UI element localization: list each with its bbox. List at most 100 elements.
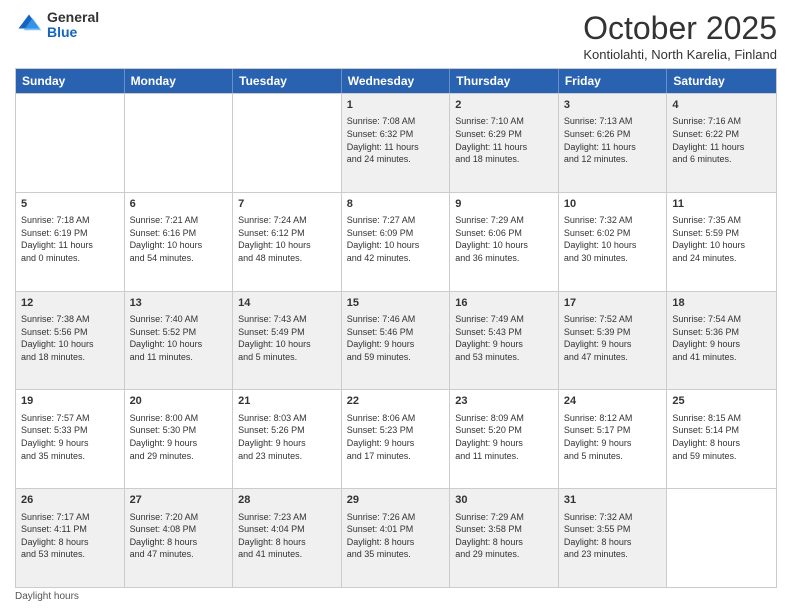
cal-cell: 8Sunrise: 7:27 AMSunset: 6:09 PMDaylight…: [342, 193, 451, 291]
cell-content: Sunrise: 7:24 AMSunset: 6:12 PMDaylight:…: [238, 214, 336, 264]
day-number: 30: [455, 493, 553, 508]
cal-cell: [233, 94, 342, 192]
cal-cell: 30Sunrise: 7:29 AMSunset: 3:58 PMDayligh…: [450, 489, 559, 587]
page-header: General Blue October 2025 Kontiolahti, N…: [15, 10, 777, 62]
day-number: 12: [21, 296, 119, 311]
cell-content: Sunrise: 7:26 AMSunset: 4:01 PMDaylight:…: [347, 511, 445, 561]
day-number: 27: [130, 493, 228, 508]
cal-cell: 22 Sunrise: 8:06 AMSunset: 5:23 PMDayligh…: [342, 390, 451, 488]
day-number: 13: [130, 296, 228, 311]
logo-text: General Blue: [47, 10, 99, 41]
cell-content: Sunrise: 7:27 AMSunset: 6:09 PMDaylight:…: [347, 214, 445, 264]
calendar: SundayMondayTuesdayWednesdayThursdayFrid…: [15, 68, 777, 588]
cal-cell: 24 Sunrise: 8:12 AMSunset: 5:17 PMDayligh…: [559, 390, 668, 488]
cal-week-row: 12 Sunrise: 7:38 AMSunset: 5:56 PMDayligh…: [16, 291, 776, 390]
cal-week-row: 1Sunrise: 7:08 AMSunset: 6:32 PMDaylight…: [16, 93, 776, 192]
cell-content: Sunrise: 7:16 AMSunset: 6:22 PMDaylight:…: [672, 115, 771, 165]
cal-cell: 9 Sunrise: 7:29 AMSunset: 6:06 PMDaylight…: [450, 193, 559, 291]
cell-content: Sunrise: 7:49 AMSunset: 5:43 PMDaylight:…: [455, 313, 553, 363]
cal-cell: 19Sunrise: 7:57 AMSunset: 5:33 PMDayligh…: [16, 390, 125, 488]
cal-week-row: 26Sunrise: 7:17 AMSunset: 4:11 PMDayligh…: [16, 488, 776, 587]
day-number: 29: [347, 493, 445, 508]
day-number: 11: [672, 197, 771, 212]
cell-content: Sunrise: 8:12 AMSunset: 5:17 PMDaylight:…: [564, 412, 662, 462]
cal-cell: 25Sunrise: 8:15 AMSunset: 5:14 PMDayligh…: [667, 390, 776, 488]
cell-content: Sunrise: 7:52 AMSunset: 5:39 PMDaylight:…: [564, 313, 662, 363]
cal-cell: 17 Sunrise: 7:52 AMSunset: 5:39 PMDayligh…: [559, 292, 668, 390]
cell-content: Sunrise: 7:13 AMSunset: 6:26 PMDaylight:…: [564, 115, 662, 165]
cal-cell: 28Sunrise: 7:23 AMSunset: 4:04 PMDayligh…: [233, 489, 342, 587]
location-subtitle: Kontiolahti, North Karelia, Finland: [583, 47, 777, 62]
title-block: October 2025 Kontiolahti, North Karelia,…: [583, 10, 777, 62]
calendar-header: SundayMondayTuesdayWednesdayThursdayFrid…: [16, 69, 776, 93]
day-number: 31: [564, 493, 662, 508]
logo-general: General: [47, 10, 99, 25]
cal-header-day: Sunday: [16, 69, 125, 93]
cell-content: Sunrise: 7:40 AMSunset: 5:52 PMDaylight:…: [130, 313, 228, 363]
day-number: 26: [21, 493, 119, 508]
day-number: 18: [672, 296, 771, 311]
day-number: 6: [130, 197, 228, 212]
cal-cell: 13 Sunrise: 7:40 AMSunset: 5:52 PMDayligh…: [125, 292, 234, 390]
logo-blue: Blue: [47, 25, 99, 40]
cell-content: Sunrise: 7:32 AMSunset: 6:02 PMDaylight:…: [564, 214, 662, 264]
cell-content: Sunrise: 7:46 AMSunset: 5:46 PMDaylight:…: [347, 313, 445, 363]
day-number: 21: [238, 394, 336, 409]
cal-cell: 4 Sunrise: 7:16 AMSunset: 6:22 PMDaylight…: [667, 94, 776, 192]
cal-cell: 12 Sunrise: 7:38 AMSunset: 5:56 PMDayligh…: [16, 292, 125, 390]
day-number: 17: [564, 296, 662, 311]
cell-content: Sunrise: 7:57 AMSunset: 5:33 PMDaylight:…: [21, 412, 119, 462]
cal-cell: 20Sunrise: 8:00 AMSunset: 5:30 PMDayligh…: [125, 390, 234, 488]
cal-cell: 27 Sunrise: 7:20 AMSunset: 4:08 PMDayligh…: [125, 489, 234, 587]
cal-header-day: Monday: [125, 69, 234, 93]
cal-cell: 23 Sunrise: 8:09 AMSunset: 5:20 PMDayligh…: [450, 390, 559, 488]
cell-content: Sunrise: 8:15 AMSunset: 5:14 PMDaylight:…: [672, 412, 771, 462]
day-number: 28: [238, 493, 336, 508]
cell-content: Sunrise: 7:32 AMSunset: 3:55 PMDaylight:…: [564, 511, 662, 561]
day-number: 20: [130, 394, 228, 409]
cal-cell: 16 Sunrise: 7:49 AMSunset: 5:43 PMDayligh…: [450, 292, 559, 390]
calendar-body: 1Sunrise: 7:08 AMSunset: 6:32 PMDaylight…: [16, 93, 776, 587]
logo: General Blue: [15, 10, 99, 41]
cal-cell: 1Sunrise: 7:08 AMSunset: 6:32 PMDaylight…: [342, 94, 451, 192]
cell-content: Sunrise: 7:29 AMSunset: 6:06 PMDaylight:…: [455, 214, 553, 264]
cal-cell: [125, 94, 234, 192]
cell-content: Sunrise: 7:08 AMSunset: 6:32 PMDaylight:…: [347, 115, 445, 165]
day-number: 22: [347, 394, 445, 409]
day-number: 23: [455, 394, 553, 409]
cell-content: Sunrise: 7:21 AMSunset: 6:16 PMDaylight:…: [130, 214, 228, 264]
cell-content: Sunrise: 7:10 AMSunset: 6:29 PMDaylight:…: [455, 115, 553, 165]
cal-week-row: 5Sunrise: 7:18 AMSunset: 6:19 PMDaylight…: [16, 192, 776, 291]
cal-cell: 5Sunrise: 7:18 AMSunset: 6:19 PMDaylight…: [16, 193, 125, 291]
cal-cell: 14Sunrise: 7:43 AMSunset: 5:49 PMDayligh…: [233, 292, 342, 390]
cal-cell: 2 Sunrise: 7:10 AMSunset: 6:29 PMDaylight…: [450, 94, 559, 192]
cell-content: Sunrise: 7:54 AMSunset: 5:36 PMDaylight:…: [672, 313, 771, 363]
cell-content: Sunrise: 8:03 AMSunset: 5:26 PMDaylight:…: [238, 412, 336, 462]
footer-note: Daylight hours: [15, 591, 777, 602]
day-number: 14: [238, 296, 336, 311]
day-number: 5: [21, 197, 119, 212]
day-number: 16: [455, 296, 553, 311]
cal-header-day: Thursday: [450, 69, 559, 93]
cal-header-day: Tuesday: [233, 69, 342, 93]
cell-content: Sunrise: 7:38 AMSunset: 5:56 PMDaylight:…: [21, 313, 119, 363]
cell-content: Sunrise: 8:06 AMSunset: 5:23 PMDaylight:…: [347, 412, 445, 462]
month-title: October 2025: [583, 10, 777, 47]
day-number: 4: [672, 98, 771, 113]
day-number: 9: [455, 197, 553, 212]
cal-cell: 6 Sunrise: 7:21 AMSunset: 6:16 PMDaylight…: [125, 193, 234, 291]
cal-cell: 11Sunrise: 7:35 AMSunset: 5:59 PMDayligh…: [667, 193, 776, 291]
day-number: 2: [455, 98, 553, 113]
day-number: 24: [564, 394, 662, 409]
cal-header-day: Wednesday: [342, 69, 451, 93]
cal-cell: [16, 94, 125, 192]
cal-cell: 10Sunrise: 7:32 AMSunset: 6:02 PMDayligh…: [559, 193, 668, 291]
cell-content: Sunrise: 7:20 AMSunset: 4:08 PMDaylight:…: [130, 511, 228, 561]
logo-icon: [15, 11, 43, 39]
cal-cell: 3Sunrise: 7:13 AMSunset: 6:26 PMDaylight…: [559, 94, 668, 192]
cell-content: Sunrise: 8:09 AMSunset: 5:20 PMDaylight:…: [455, 412, 553, 462]
cal-cell: 26Sunrise: 7:17 AMSunset: 4:11 PMDayligh…: [16, 489, 125, 587]
cal-cell: [667, 489, 776, 587]
cal-cell: 31 Sunrise: 7:32 AMSunset: 3:55 PMDayligh…: [559, 489, 668, 587]
day-number: 7: [238, 197, 336, 212]
